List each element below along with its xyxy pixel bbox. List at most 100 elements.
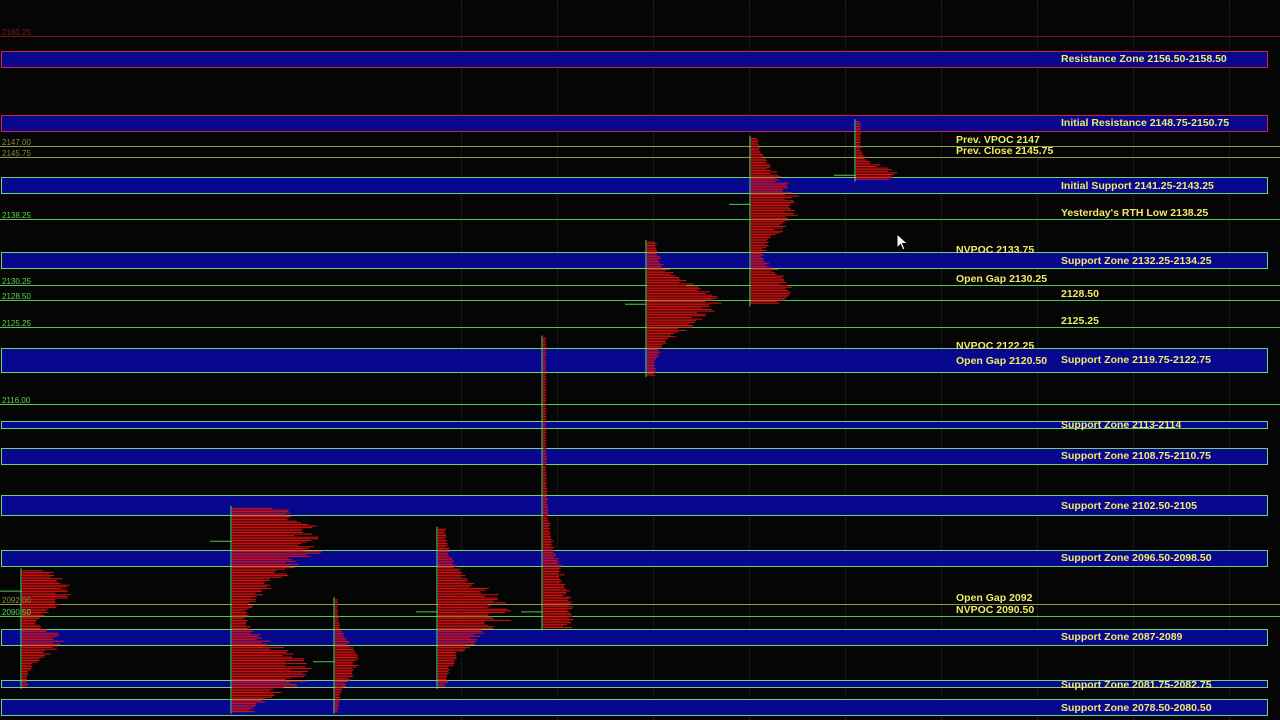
- profile-bar: [438, 571, 462, 573]
- zone-label: Support Zone 2102.50-2105: [1061, 500, 1197, 512]
- profile-bar: [751, 253, 762, 255]
- price-axis-label: 2128.50: [2, 292, 31, 301]
- profile-bar: [543, 353, 547, 355]
- profile-bar: [22, 674, 28, 676]
- profile-bar: [647, 331, 679, 333]
- profile-bar: [751, 184, 787, 186]
- profile-bar: [335, 700, 340, 702]
- profile-bar: [751, 278, 785, 280]
- profile-bar: [335, 681, 349, 682]
- profile-bar: [543, 478, 547, 480]
- profile-bar: [438, 595, 485, 597]
- profile-bar: [232, 635, 259, 637]
- profile-bar: [751, 203, 791, 205]
- profile-bar: [543, 446, 546, 448]
- profile-bar: [751, 275, 785, 277]
- profile-bar: [232, 608, 249, 610]
- profile-bar: [751, 139, 759, 141]
- profile-bar: [232, 531, 304, 533]
- profile-bar: [438, 603, 489, 605]
- profile-bar: [856, 148, 861, 150]
- profile-bar: [751, 150, 760, 152]
- profile-bar: [647, 246, 656, 248]
- market-profile-chart[interactable]: Resistance Zone 2156.50-2158.50 Initial R…: [0, 0, 1280, 720]
- profile-bar: [335, 692, 342, 694]
- profile-bar: [751, 142, 758, 144]
- profile-bar: [335, 685, 347, 687]
- profile-bar: [232, 563, 299, 565]
- profile-bar: [438, 640, 477, 642]
- profile-bar: [232, 613, 246, 615]
- profile-bar: [22, 587, 62, 589]
- profile-bar: [438, 570, 460, 572]
- profile-bar: [232, 555, 311, 557]
- profile-bar: [647, 320, 696, 322]
- profile-bar: [543, 411, 546, 413]
- profile-bar: [22, 650, 46, 652]
- profile-bar: [438, 645, 465, 647]
- profile-bar: [438, 613, 488, 615]
- profile-bar: [543, 363, 546, 365]
- profile-bar: [438, 647, 470, 649]
- profile-bar: [335, 645, 351, 647]
- profile-bar: [856, 158, 865, 159]
- profile-bar: [232, 626, 251, 628]
- profile-bar: [22, 651, 44, 653]
- profile-bar: [647, 318, 702, 320]
- profile-bar: [22, 589, 67, 591]
- profile-bar: [543, 347, 547, 349]
- profile-bar: [543, 431, 547, 433]
- profile-bar: [232, 536, 319, 538]
- zone-label: Support Zone 2113-2114: [1061, 419, 1182, 431]
- profile-bar: [647, 373, 654, 374]
- profile-bar: [335, 690, 342, 692]
- profile-bar: [232, 602, 250, 604]
- profile-bar: [543, 396, 546, 398]
- profile-bar: [22, 683, 29, 685]
- profile-bar: [438, 565, 458, 567]
- profile-bar: [22, 663, 32, 665]
- profile-bar: [232, 699, 262, 701]
- profile-bar: [438, 531, 445, 533]
- profile-bar: [232, 690, 270, 692]
- profile-bar: [438, 624, 488, 626]
- profile-bar: [751, 297, 786, 299]
- profile-bar: [232, 579, 270, 581]
- volume-profile-session-6: [625, 239, 722, 377]
- profile-bar: [543, 475, 547, 477]
- profile-bar: [751, 291, 791, 293]
- profile-bar: [232, 664, 285, 666]
- profile-bar: [543, 374, 546, 376]
- profile-bar: [543, 620, 570, 622]
- profile-bar: [22, 621, 37, 623]
- profile-bar: [232, 568, 285, 570]
- profile-bar: [232, 704, 256, 706]
- profile-bar: [543, 577, 560, 579]
- profile-bar: [22, 573, 49, 575]
- profile-bar: [335, 655, 359, 657]
- profile-bar: [647, 361, 655, 363]
- level-label: Open Gap 2120.50: [956, 355, 1048, 367]
- profile-bar: [232, 607, 252, 609]
- profile-bar: [751, 141, 759, 143]
- profile-bar: [232, 512, 291, 514]
- profile-bar: [543, 606, 574, 608]
- profile-bar: [647, 305, 710, 307]
- profile-bar: [751, 286, 792, 288]
- profile-bar: [438, 538, 445, 540]
- profile-bar: [543, 543, 552, 545]
- profile-bar: [856, 151, 862, 153]
- profile-bar: [232, 583, 264, 585]
- profile-bar: [647, 277, 679, 278]
- profile-bar: [543, 345, 546, 347]
- profile-bar: [438, 623, 485, 625]
- profile-bar: [232, 611, 248, 613]
- profile-bar: [647, 334, 671, 336]
- profile-bar: [647, 342, 667, 344]
- profile-bar: [647, 328, 678, 330]
- zone-label: Support Zone 2096.50-2098.50: [1061, 552, 1212, 564]
- profile-bar: [647, 302, 722, 304]
- profile-bar: [647, 315, 706, 317]
- profile-bar: [232, 701, 266, 703]
- profile-bar: [335, 634, 345, 636]
